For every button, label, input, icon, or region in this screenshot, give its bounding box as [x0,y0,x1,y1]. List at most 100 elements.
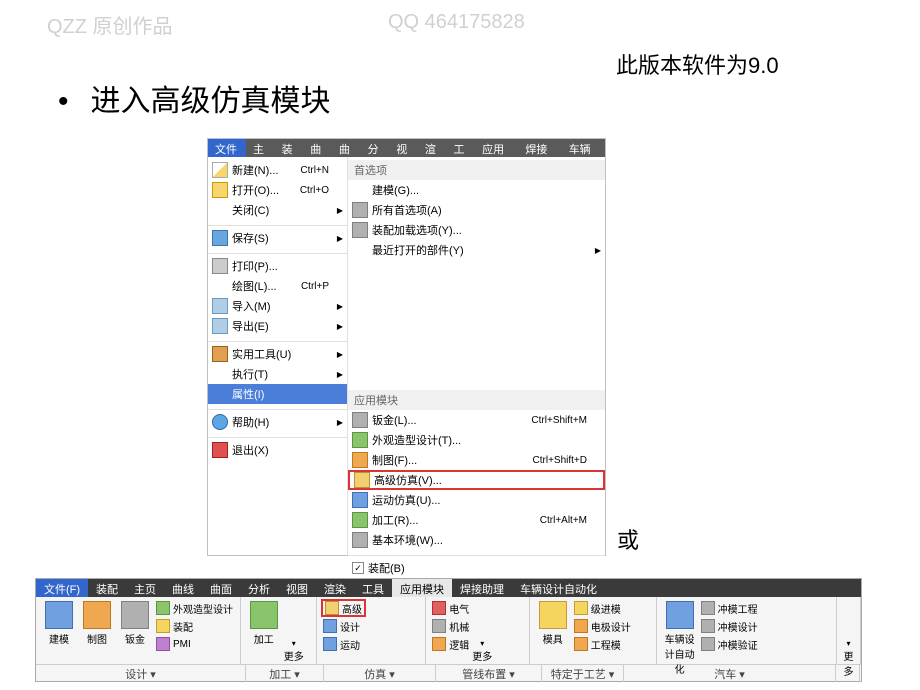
menu1-tab[interactable]: 曲面 [332,139,361,157]
watermark-qq: QQ 464175828 [388,11,525,34]
rb-die1[interactable]: 冲模工程 [699,599,760,617]
ribbon-tab[interactable]: 分析 [240,579,278,597]
menu-icon [212,230,228,246]
rb-mech[interactable]: 机械 [430,617,471,635]
menu-exec[interactable]: 执行(T)▶ [208,364,347,384]
rb-pmi[interactable]: PMI [154,635,235,653]
ribbon-icon [701,601,715,615]
menu-sheet[interactable]: 钣金(L)...Ctrl+Shift+M [348,410,605,430]
menu1-tab[interactable]: 装配 [275,139,304,157]
rb-prog[interactable]: 级进模 [572,599,633,617]
menu1-tab[interactable]: 主页 [246,139,275,157]
ribbon-group: 建模制图钣金外观造型设计装配PMI [36,597,241,664]
menu-allpref[interactable]: 所有首选项(A) [348,200,605,220]
menu1-tab[interactable]: 工具 [446,139,475,157]
file-menu-screenshot: 文件(F)主页装配曲线曲面分析视图渲染工具应用模块焊接助理车辆设计 新建(N).… [207,138,606,556]
ribbon-group-label: 加工 ▾ [246,665,324,682]
menu-open[interactable]: 打开(O)...Ctrl+O [208,180,347,200]
menu-save[interactable]: 保存(S)▶ [208,228,347,248]
ribbon-icon [121,601,149,629]
menu1-tab[interactable]: 分析 [361,139,390,157]
menu-asm[interactable]: ✓装配(B) [348,558,605,578]
menu-utility[interactable]: 实用工具(U)▶ [208,344,347,364]
menu-mfg[interactable]: 加工(R)...Ctrl+Alt+M [348,510,605,530]
more-button[interactable]: 更多 [283,599,305,663]
ribbon-tab[interactable]: 视图 [278,579,316,597]
ribbon-tab[interactable]: 曲面 [202,579,240,597]
rb-mold[interactable]: 模具 [534,599,572,646]
ribbon-tab[interactable]: 装配 [88,579,126,597]
ribbon-tab[interactable]: 曲线 [164,579,202,597]
rb-die3[interactable]: 冲模验证 [699,635,760,653]
menu-icon [212,298,228,314]
ribbon-tab[interactable]: 主页 [126,579,164,597]
menu-gateway[interactable]: 基本环境(W)... [348,530,605,550]
menu-recent[interactable]: 最近打开的部件(Y)▶ [348,240,605,260]
ribbon-tab[interactable]: 渲染 [316,579,354,597]
menu-asmopt[interactable]: 装配加载选项(Y)... [348,220,605,240]
rb-elec2[interactable]: 电极设计 [572,617,633,635]
menu-icon [352,532,368,548]
menu-icon [352,222,368,238]
rb-elec[interactable]: 电气 [430,599,471,617]
ribbon-group-label: 特定于工艺 ▾ [542,665,624,682]
rb-die2[interactable]: 冲模设计 [699,617,760,635]
menu-help[interactable]: 帮助(H)▶ [208,412,347,432]
menu-exit[interactable]: 退出(X) [208,440,347,460]
rb-motion[interactable]: 运动 [321,635,366,653]
ribbon-screenshot: 文件(F)装配主页曲线曲面分析视图渲染工具应用模块焊接助理车辆设计自动化 建模制… [35,578,862,682]
rb-modeling[interactable]: 建模 [40,599,78,646]
rb-eng[interactable]: 工程模 [572,635,633,653]
ribbon-tab[interactable]: 车辆设计自动化 [512,579,605,597]
ribbon-tab[interactable]: 焊接助理 [452,579,512,597]
rb-asm[interactable]: 装配 [154,617,235,635]
menu-new[interactable]: 新建(N)...Ctrl+N [208,160,347,180]
rb-mfg[interactable]: 加工 [245,599,283,646]
ribbon-tab[interactable]: 工具 [354,579,392,597]
menu-motion[interactable]: 运动仿真(U)... [348,490,605,510]
ribbon-group-label: 管线布置 ▾ [436,665,542,682]
menu-properties[interactable]: 属性(I) [208,384,347,404]
rb-design[interactable]: 设计 [321,617,366,635]
menu-icon [352,512,368,528]
menu1-tab[interactable]: 曲线 [303,139,332,157]
rb-advsim[interactable]: 高级 [321,599,366,617]
ribbon-tab[interactable]: 文件(F) [36,579,88,597]
menu-draft[interactable]: 制图(F)...Ctrl+Shift+D [348,450,605,470]
menu-import[interactable]: 导入(M)▶ [208,296,347,316]
ribbon-icon [83,601,111,629]
ribbon-tab[interactable]: 应用模块 [392,579,452,597]
ribbon-tabs: 文件(F)装配主页曲线曲面分析视图渲染工具应用模块焊接助理车辆设计自动化 [36,579,861,597]
menu-icon [212,162,228,178]
ribbon-icon [323,637,337,651]
menu-appear[interactable]: 外观造型设计(T)... [348,430,605,450]
ribbon-icon [45,601,73,629]
ribbon-icon [432,601,446,615]
menu-icon [212,414,228,430]
menu1-tab[interactable]: 渲染 [418,139,447,157]
menu1-tab[interactable]: 焊接助理 [518,139,561,157]
more-button[interactable]: 更多 [471,599,493,663]
menu-close[interactable]: 关闭(C)▶ [208,200,347,220]
ribbon-group-label: 设计 ▾ [36,665,246,682]
menu1-tab[interactable]: 视图 [389,139,418,157]
menu1-left-column: 新建(N)...Ctrl+N打开(O)...Ctrl+O关闭(C)▶ 保存(S)▶… [208,157,348,555]
menu1-tab[interactable]: 文件(F) [208,139,246,157]
rb-appear[interactable]: 外观造型设计 [154,599,235,617]
menu-modeling[interactable]: 建模(G)... [348,180,605,200]
version-text: 此版本软件为9.0 [616,48,779,80]
menu-advsim[interactable]: 高级仿真(V)... [348,470,605,490]
ribbon-icon [574,619,588,633]
menu-icon [212,346,228,362]
menu-plot[interactable]: 绘图(L)...Ctrl+P [208,276,347,296]
rb-logic[interactable]: 逻辑 [430,635,471,653]
rb-draft[interactable]: 制图 [78,599,116,646]
ribbon-group-label [836,665,860,682]
menu1-right-column: 首选项建模(G)...所有首选项(A)装配加载选项(Y)...最近打开的部件(Y… [348,157,605,555]
menu-export[interactable]: 导出(E)▶ [208,316,347,336]
menu1-tabbar: 文件(F)主页装配曲线曲面分析视图渲染工具应用模块焊接助理车辆设计 [208,139,605,157]
rb-sheet[interactable]: 钣金 [116,599,154,646]
menu-print[interactable]: 打印(P)... [208,256,347,276]
menu1-tab[interactable]: 车辆设计 [562,139,605,157]
menu1-tab[interactable]: 应用模块 [475,139,518,157]
